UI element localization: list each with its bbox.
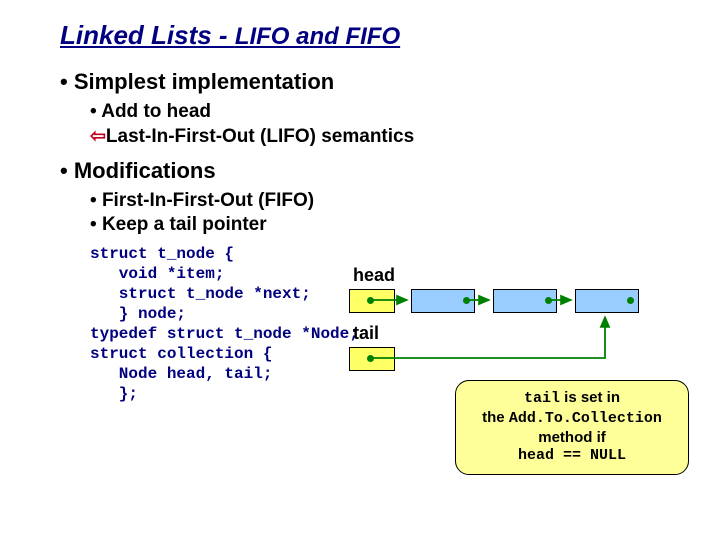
title-sub: LIFO and FIFO — [235, 23, 400, 50]
title-main: Linked Lists - — [60, 20, 235, 50]
callout-line-4: head == NULL — [462, 447, 682, 466]
callout-tail-word: tail — [524, 390, 560, 407]
callout-method-name: Add.To.Collection — [509, 410, 662, 427]
callout-l1b: is set in — [560, 389, 620, 406]
bullet-fifo: First-In-First-Out (FIFO) — [90, 190, 670, 212]
bullet-tail-pointer: Keep a tail pointer — [90, 214, 670, 236]
callout-line-1: tail is set in — [462, 389, 682, 409]
bullet-modifications: Modifications — [60, 158, 670, 184]
bullet-lifo: Last-In-First-Out (LIFO) semantics — [90, 125, 670, 148]
callout-l2a: the — [482, 409, 509, 426]
callout-line-2: the Add.To.Collection — [462, 409, 682, 429]
callout-box: tail is set in the Add.To.Collection met… — [455, 380, 689, 475]
bullet-add-to-head: Add to head — [90, 101, 670, 123]
slide-title: Linked Lists - LIFO and FIFO — [60, 20, 670, 51]
bullet-simplest: Simplest implementation — [60, 69, 670, 95]
callout-line-3: method if — [462, 429, 682, 448]
